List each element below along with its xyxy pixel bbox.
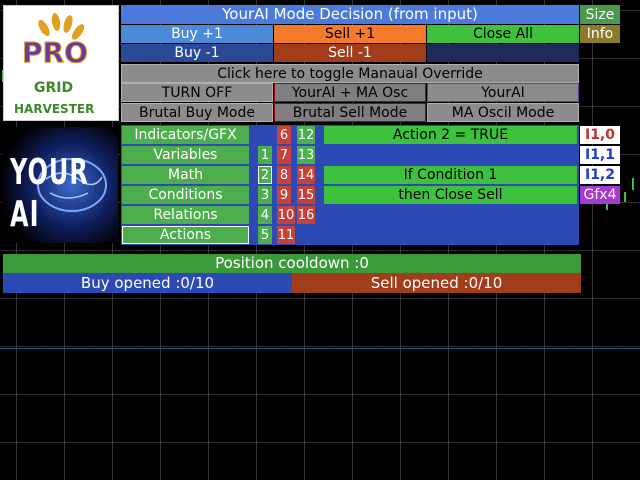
- yourai-button[interactable]: YourAI: [427, 83, 579, 102]
- number-button-2[interactable]: 2: [258, 166, 272, 184]
- category-actions[interactable]: Actions: [122, 226, 249, 244]
- number-button-13[interactable]: 13: [297, 146, 315, 164]
- mode-decision-title: YourAI Mode Decision (from input): [121, 5, 579, 24]
- size-button[interactable]: Size: [580, 5, 620, 24]
- yourai-ma-osc-button[interactable]: YourAI + MA Osc: [274, 83, 426, 102]
- tag-i1-0[interactable]: I1,0: [580, 126, 620, 144]
- sell-minus-button[interactable]: Sell -1: [274, 44, 426, 62]
- manual-override-toggle[interactable]: Click here to toggle Manaual Override: [121, 64, 579, 83]
- ma-oscil-mode-button[interactable]: MA Oscil Mode: [427, 103, 579, 122]
- logo-yourai: YOUR AI: [10, 151, 89, 235]
- price-line: [0, 348, 640, 349]
- number-button-15[interactable]: 15: [297, 186, 315, 204]
- number-button-5[interactable]: 5: [258, 226, 272, 244]
- category-relations[interactable]: Relations: [122, 206, 249, 224]
- number-button-9[interactable]: 9: [277, 186, 291, 204]
- category-math[interactable]: Math: [122, 166, 249, 184]
- number-button-11[interactable]: 11: [277, 226, 295, 244]
- tag-gfx4[interactable]: Gfx4: [580, 186, 620, 204]
- info-button[interactable]: Info: [580, 25, 620, 43]
- buy-opened-status: Buy opened :0/10: [3, 273, 292, 293]
- category-indicators-gfx[interactable]: Indicators/GFX: [122, 126, 249, 144]
- buy-minus-button[interactable]: Buy -1: [121, 44, 273, 62]
- close-all-button[interactable]: Close All: [427, 25, 579, 43]
- number-button-10[interactable]: 10: [277, 206, 295, 224]
- number-button-7[interactable]: 7: [277, 146, 291, 164]
- number-button-12[interactable]: 12: [297, 126, 315, 144]
- empty-slot: [427, 44, 579, 62]
- sell-plus-button[interactable]: Sell +1: [274, 25, 426, 43]
- brutal-sell-mode-button[interactable]: Brutal Sell Mode: [274, 103, 426, 122]
- number-button-1[interactable]: 1: [258, 146, 272, 164]
- logo-pro: PRO: [22, 36, 89, 70]
- rule-row-4[interactable]: then Close Sell: [324, 186, 577, 204]
- number-button-3[interactable]: 3: [258, 186, 272, 204]
- number-button-6[interactable]: 6: [277, 126, 291, 144]
- sell-opened-status: Sell opened :0/10: [292, 273, 581, 293]
- chart-candle: [624, 192, 626, 202]
- tag-i1-2[interactable]: I1,2: [580, 166, 620, 184]
- rule-row-1[interactable]: Action 2 = TRUE: [324, 126, 577, 144]
- tag-i1-1[interactable]: I1,1: [580, 146, 620, 164]
- number-button-14[interactable]: 14: [297, 166, 315, 184]
- position-cooldown: Position cooldown :0: [3, 254, 581, 273]
- logo-harvester: HARVESTER: [14, 102, 95, 116]
- rule-row-3[interactable]: If Condition 1: [324, 166, 577, 184]
- chart-candle: [632, 178, 634, 190]
- brutal-buy-mode-button[interactable]: Brutal Buy Mode: [121, 103, 273, 122]
- buy-plus-button[interactable]: Buy +1: [121, 25, 273, 43]
- yourai-logo: YOUR AI: [2, 127, 118, 243]
- category-variables[interactable]: Variables: [122, 146, 249, 164]
- turn-off-button[interactable]: TURN OFF: [121, 83, 273, 102]
- number-button-16[interactable]: 16: [297, 206, 315, 224]
- number-button-4[interactable]: 4: [258, 206, 272, 224]
- category-conditions[interactable]: Conditions: [122, 186, 249, 204]
- pro-grid-harvester-logo: PRO GRID HARVESTER: [3, 5, 119, 121]
- number-button-8[interactable]: 8: [277, 166, 291, 184]
- logo-grid: GRID: [34, 80, 74, 96]
